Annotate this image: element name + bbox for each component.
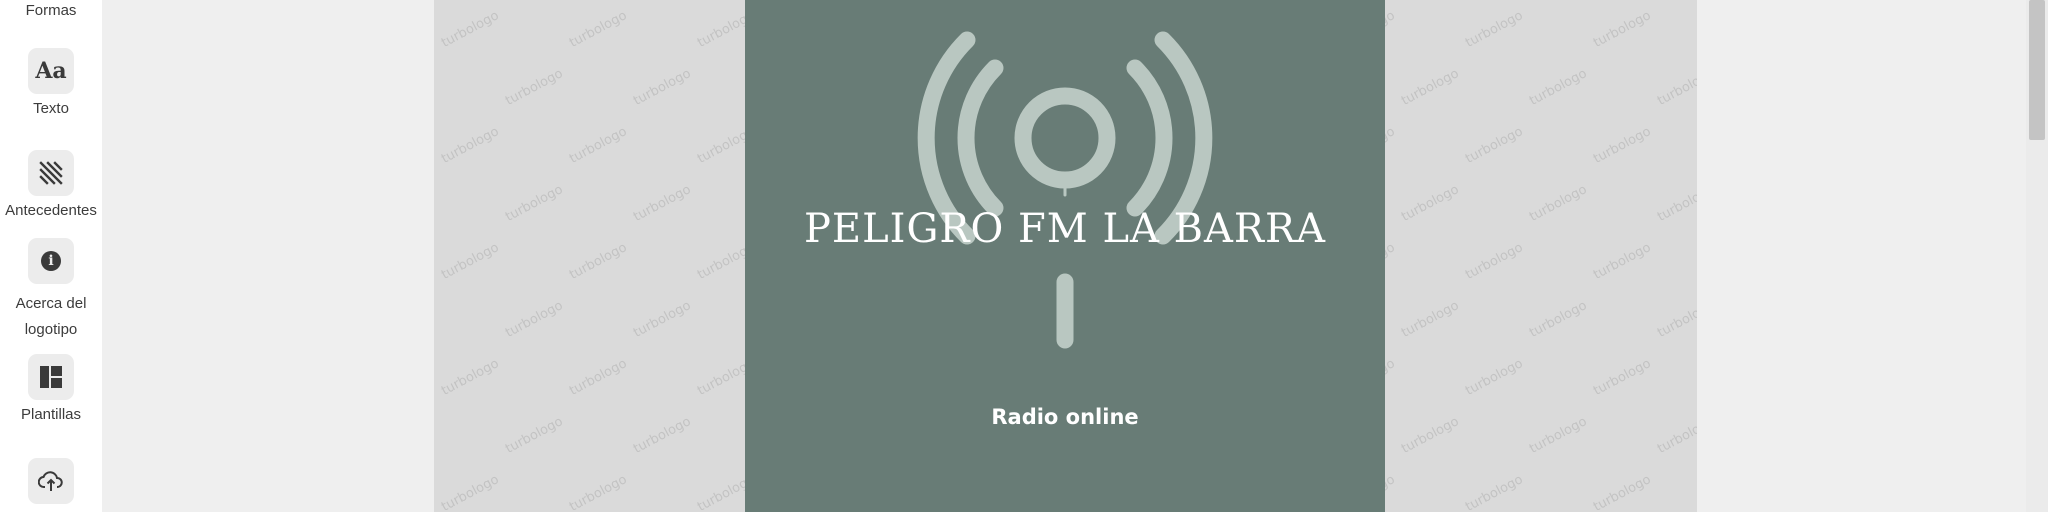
watermark-text: turbologo xyxy=(1591,356,1654,399)
watermark-text: turbologo xyxy=(567,8,630,51)
radio-broadcast-antenna-icon xyxy=(917,31,1213,349)
watermark-text: turbologo xyxy=(567,356,630,399)
watermark-text: turbologo xyxy=(503,414,566,457)
watermark-text: turbologo xyxy=(631,414,694,457)
sidebar-item-label: Plantillas xyxy=(20,406,82,423)
watermark-text: turbologo xyxy=(1463,472,1526,512)
watermark-text: turbologo xyxy=(503,298,566,341)
watermark-text: turbologo xyxy=(567,240,630,283)
watermark-text: turbologo xyxy=(1591,8,1654,51)
watermark-text: turbologo xyxy=(1527,182,1590,225)
background-pattern-icon xyxy=(28,150,74,196)
watermark-text: turbologo xyxy=(1463,8,1526,51)
watermark-text: turbologo xyxy=(1591,472,1654,512)
watermark-text: turbologo xyxy=(631,66,694,109)
sidebar-item-acerca-del-logotipo[interactable]: i Acerca del logotipo xyxy=(0,238,102,343)
watermark-text: turbologo xyxy=(1655,414,1697,457)
watermark-text: turbologo xyxy=(1527,414,1590,457)
sidebar-item-label: Formas xyxy=(25,2,77,19)
watermark-text: turbologo xyxy=(439,124,502,167)
watermark-text: turbologo xyxy=(439,240,502,283)
watermark-text: turbologo xyxy=(1591,124,1654,167)
watermark-text: turbologo xyxy=(503,182,566,225)
watermark-text: turbologo xyxy=(567,472,630,512)
templates-grid-icon xyxy=(28,354,74,400)
logo-title: PELIGRO FM LA BARRA xyxy=(803,206,1327,252)
watermark-text: turbologo xyxy=(1591,240,1654,283)
sidebar-item-label: Antecedentes xyxy=(5,202,97,219)
watermark-text: turbologo xyxy=(439,8,502,51)
watermark-text: turbologo xyxy=(631,182,694,225)
watermark-text: turbologo xyxy=(1399,66,1462,109)
text-icon: Aa xyxy=(28,48,74,94)
watermark-text: turbologo xyxy=(1463,356,1526,399)
watermark-text: turbologo xyxy=(1655,66,1697,109)
watermark-text: turbologo xyxy=(1655,182,1697,225)
sidebar-item-label: Acerca del logotipo xyxy=(15,295,87,338)
watermark-text: turbologo xyxy=(503,66,566,109)
watermark-text: turbologo xyxy=(1463,124,1526,167)
sidebar-item-upload[interactable] xyxy=(0,458,102,504)
sidebar-item-plantillas[interactable]: Plantillas xyxy=(0,354,102,428)
tool-sidebar: Formas Aa Texto Antecedentes i Acerca de… xyxy=(0,0,102,512)
watermark-text: turbologo xyxy=(1399,414,1462,457)
info-icon: i xyxy=(28,238,74,284)
watermark-text: turbologo xyxy=(567,124,630,167)
watermark-text: turbologo xyxy=(1399,182,1462,225)
logo-subtitle: Radio online xyxy=(991,405,1139,429)
sidebar-item-texto[interactable]: Aa Texto xyxy=(0,48,102,122)
sidebar-item-formas[interactable]: Formas xyxy=(0,0,102,24)
watermark-text: turbologo xyxy=(1527,298,1590,341)
watermark-text: turbologo xyxy=(439,356,502,399)
sidebar-item-label: Texto xyxy=(33,100,69,117)
cloud-upload-icon xyxy=(28,458,74,504)
scrollbar-thumb[interactable] xyxy=(2029,0,2045,140)
watermark-text: turbologo xyxy=(631,298,694,341)
sidebar-item-antecedentes[interactable]: Antecedentes xyxy=(0,150,102,224)
watermark-text: turbologo xyxy=(1527,66,1590,109)
watermark-text: turbologo xyxy=(1463,240,1526,283)
watermark-text: turbologo xyxy=(1655,298,1697,341)
watermark-text: turbologo xyxy=(1399,298,1462,341)
watermark-text: turbologo xyxy=(439,472,502,512)
logo-preview[interactable]: PELIGRO FM LA BARRA Radio online xyxy=(745,0,1385,512)
